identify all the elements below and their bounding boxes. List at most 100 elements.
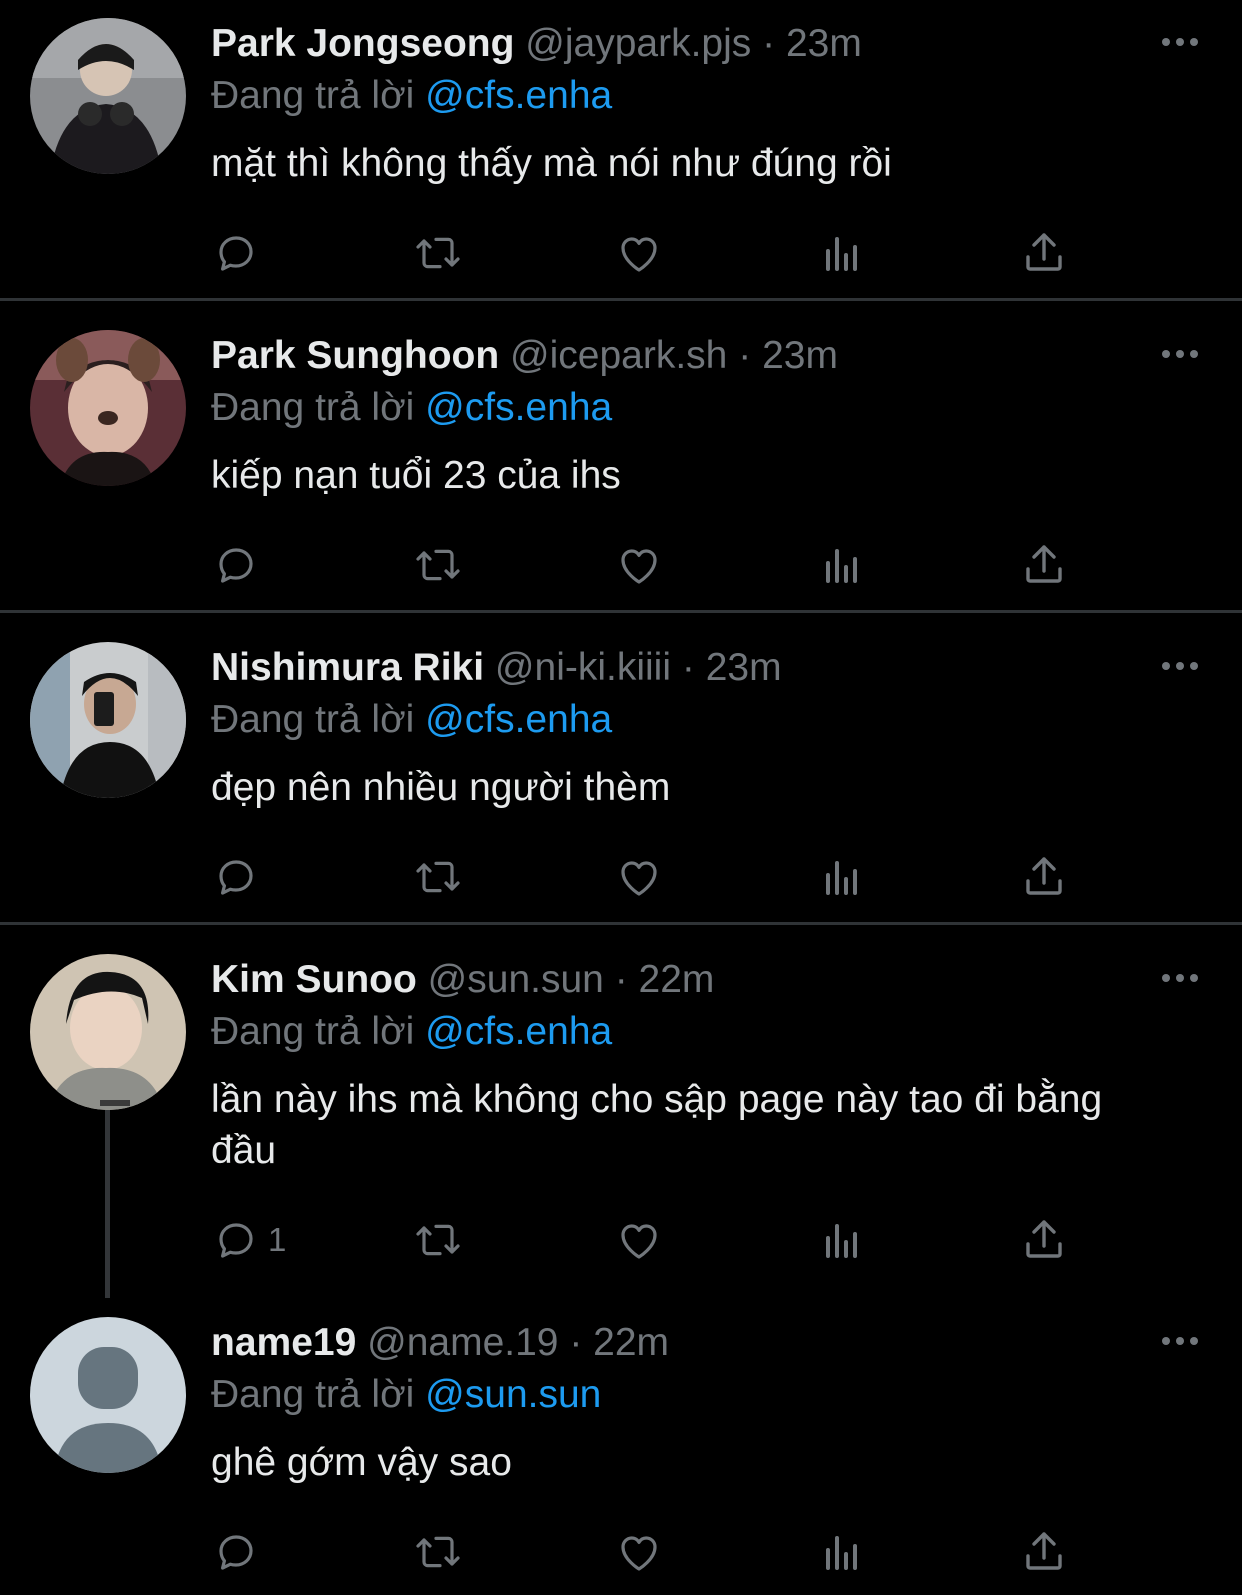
user-handle[interactable]: @ni-ki.kiiii [495, 646, 671, 689]
retweet-icon [412, 1216, 464, 1264]
like-button[interactable] [614, 849, 664, 905]
views-icon [818, 541, 866, 589]
reply-to-handle[interactable]: @cfs.enha [425, 74, 612, 117]
tweet[interactable]: Nishimura Riki @ni-ki.kiiii · 23m Đang t… [0, 624, 1242, 922]
reply-button[interactable] [212, 225, 268, 281]
tweet-text: kiếp nạn tuổi 23 của ihs [211, 454, 621, 497]
reply-button[interactable]: 1 [212, 1212, 286, 1268]
timestamp[interactable]: 22m [593, 1321, 669, 1364]
more-icon[interactable] [1160, 1329, 1200, 1353]
replying-to-label: Đang trả lời [211, 1010, 415, 1053]
reply-button[interactable] [212, 537, 268, 593]
like-button[interactable] [614, 537, 664, 593]
timestamp[interactable]: 23m [706, 646, 782, 689]
share-icon [1020, 229, 1068, 277]
timestamp[interactable]: 23m [786, 22, 862, 65]
more-icon[interactable] [1160, 654, 1200, 678]
tweet[interactable]: Park Jongseong @jaypark.pjs · 23m Đang t… [0, 0, 1242, 298]
retweet-button[interactable] [412, 537, 464, 593]
like-button[interactable] [614, 1212, 664, 1268]
user-handle[interactable]: @jaypark.pjs [525, 22, 751, 65]
separator-dot: · [614, 958, 628, 1001]
replying-to-label: Đang trả lời [211, 698, 415, 741]
retweet-icon [412, 1528, 464, 1576]
avatar[interactable] [30, 954, 186, 1110]
reply-icon [212, 229, 260, 277]
views-button[interactable] [818, 537, 866, 593]
tweet-header: Park Sunghoon @icepark.sh · 23m [211, 332, 838, 380]
views-icon [818, 1216, 866, 1264]
more-icon[interactable] [1160, 30, 1200, 54]
tweet[interactable]: name19 @name.19 · 22m Đang trả lời @sun.… [0, 1299, 1242, 1595]
views-button[interactable] [818, 1212, 866, 1268]
retweet-button[interactable] [412, 1212, 464, 1268]
tweet-header: Kim Sunoo @sun.sun · 22m [211, 956, 714, 1004]
views-button[interactable] [818, 225, 866, 281]
views-icon [818, 1528, 866, 1576]
divider [0, 298, 1242, 301]
separator-dot: · [569, 1321, 583, 1364]
share-button[interactable] [1020, 537, 1068, 593]
display-name[interactable]: Park Sunghoon [211, 334, 499, 377]
reply-to-handle[interactable]: @cfs.enha [425, 1010, 612, 1053]
share-icon [1020, 853, 1068, 901]
display-name[interactable]: Park Jongseong [211, 22, 514, 65]
separator-dot: · [762, 22, 776, 65]
more-icon[interactable] [1160, 342, 1200, 366]
views-button[interactable] [818, 1524, 866, 1580]
display-name[interactable]: name19 [211, 1321, 356, 1364]
share-button[interactable] [1020, 1524, 1068, 1580]
share-button[interactable] [1020, 1212, 1068, 1268]
replying-to: Đang trả lời @cfs.enha [211, 697, 612, 743]
reply-to-handle[interactable]: @sun.sun [425, 1373, 601, 1416]
retweet-button[interactable] [412, 849, 464, 905]
tweet[interactable]: Kim Sunoo @sun.sun · 22m Đang trả lời @c… [0, 936, 1242, 1298]
display-name[interactable]: Kim Sunoo [211, 958, 417, 1001]
more-icon[interactable] [1160, 966, 1200, 990]
retweet-button[interactable] [412, 1524, 464, 1580]
timestamp[interactable]: 23m [762, 334, 838, 377]
replying-to: Đang trả lời @cfs.enha [211, 1009, 612, 1055]
replying-to: Đang trả lời @cfs.enha [211, 73, 612, 119]
replying-to: Đang trả lời @sun.sun [211, 1372, 601, 1418]
reply-count: 1 [268, 1221, 287, 1258]
share-button[interactable] [1020, 225, 1068, 281]
divider [0, 610, 1242, 613]
like-button[interactable] [614, 225, 664, 281]
user-handle[interactable]: @icepark.sh [510, 334, 727, 377]
share-icon [1020, 1216, 1068, 1264]
views-icon [818, 853, 866, 901]
tweet-text: lần này ihs mà không cho sập page này ta… [211, 1078, 1103, 1172]
user-handle[interactable]: @sun.sun [428, 958, 604, 1001]
reply-icon [212, 1216, 260, 1264]
replying-to: Đang trả lời @cfs.enha [211, 385, 612, 431]
retweet-button[interactable] [412, 225, 464, 281]
reply-icon [212, 853, 260, 901]
separator-dot: · [738, 334, 752, 377]
avatar[interactable] [30, 642, 186, 798]
divider [0, 922, 1242, 925]
reply-to-handle[interactable]: @cfs.enha [425, 386, 612, 429]
avatar[interactable] [30, 1317, 186, 1473]
retweet-icon [412, 541, 464, 589]
user-handle[interactable]: @name.19 [367, 1321, 558, 1364]
avatar[interactable] [30, 18, 186, 174]
tweet-header: Nishimura Riki @ni-ki.kiiii · 23m [211, 644, 782, 692]
like-button[interactable] [614, 1524, 664, 1580]
heart-icon [614, 853, 664, 901]
tweet[interactable]: Park Sunghoon @icepark.sh · 23m Đang trả… [0, 312, 1242, 610]
replying-to-label: Đang trả lời [211, 74, 415, 117]
display-name[interactable]: Nishimura Riki [211, 646, 484, 689]
avatar[interactable] [30, 330, 186, 486]
views-icon [818, 229, 866, 277]
share-button[interactable] [1020, 849, 1068, 905]
share-icon [1020, 541, 1068, 589]
timestamp[interactable]: 22m [639, 958, 715, 1001]
thread-connector [105, 1110, 110, 1298]
reply-button[interactable] [212, 1524, 268, 1580]
reply-button[interactable] [212, 849, 268, 905]
views-button[interactable] [818, 849, 866, 905]
tweet-header: Park Jongseong @jaypark.pjs · 23m [211, 20, 862, 68]
heart-icon [614, 1528, 664, 1576]
reply-to-handle[interactable]: @cfs.enha [425, 698, 612, 741]
